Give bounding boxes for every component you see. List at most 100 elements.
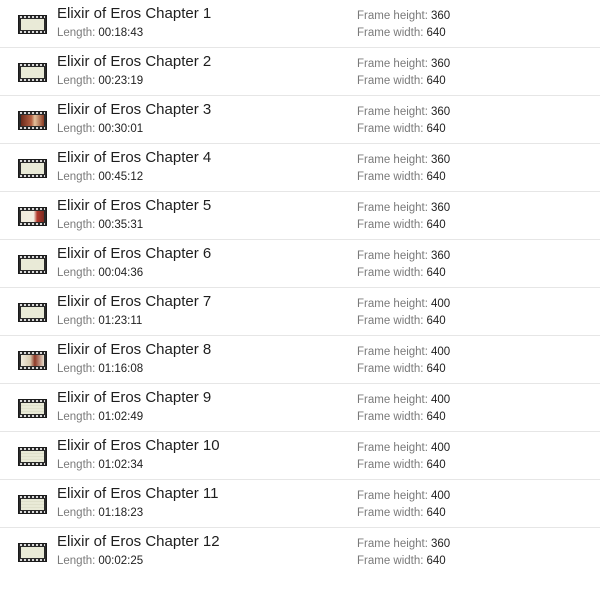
frame-width-value: 640 — [426, 555, 446, 567]
file-row-6[interactable]: Elixir of Eros Chapter 6 Length: 00:04:36… — [0, 240, 600, 288]
length-label: Length: — [57, 459, 96, 471]
frame-width-label: Frame width: — [357, 75, 424, 87]
length-field: Length: 01:16:08 — [57, 363, 143, 375]
frame-height-label: Frame height: — [357, 298, 428, 310]
frame-width-value: 640 — [426, 75, 446, 87]
file-row-5[interactable]: Elixir of Eros Chapter 5 Length: 00:35:31… — [0, 192, 600, 240]
frame-height-label: Frame height: — [357, 538, 428, 550]
length-value: 01:18:23 — [98, 507, 144, 519]
frame-height-value: 400 — [430, 490, 451, 502]
frame-width-label: Frame width: — [357, 411, 424, 423]
frame-height-field: Frame height: 400 — [357, 298, 450, 310]
length-field: Length: 00:02:25 — [57, 555, 143, 567]
file-row-9[interactable]: Elixir of Eros Chapter 9 Length: 01:02:49… — [0, 384, 600, 432]
file-name: Elixir of Eros Chapter 8 — [57, 341, 212, 358]
length-field: Length: 00:30:01 — [57, 123, 143, 135]
frame-height-field: Frame height: 360 — [357, 538, 450, 550]
frame-height-value: 400 — [430, 394, 451, 406]
frame-height-label: Frame height: — [357, 346, 428, 358]
length-value: 00:23:19 — [98, 75, 144, 87]
frame-height-field: Frame height: 360 — [357, 58, 450, 70]
length-field: Length: 01:18:23 — [57, 507, 143, 519]
file-name: Elixir of Eros Chapter 4 — [57, 149, 212, 166]
length-value: 01:02:34 — [98, 459, 144, 471]
frame-width-label: Frame width: — [357, 171, 424, 183]
frame-width-field: Frame width: 640 — [357, 459, 446, 471]
frame-height-field: Frame height: 360 — [357, 202, 450, 214]
length-label: Length: — [57, 171, 96, 183]
file-row-12[interactable]: Elixir of Eros Chapter 12 Length: 00:02:2… — [0, 528, 600, 575]
frame-width-value: 640 — [426, 363, 446, 375]
frame-height-label: Frame height: — [357, 58, 428, 70]
frame-width-field: Frame width: 640 — [357, 171, 446, 183]
frame-height-field: Frame height: 360 — [357, 154, 450, 166]
frame-width-value: 640 — [426, 507, 446, 519]
video-thumbnail-icon — [18, 159, 47, 178]
frame-height-value: 360 — [430, 10, 451, 22]
frame-width-field: Frame width: 640 — [357, 507, 446, 519]
length-label: Length: — [57, 27, 96, 39]
file-row-2[interactable]: Elixir of Eros Chapter 2 Length: 00:23:19… — [0, 48, 600, 96]
frame-width-field: Frame width: 640 — [357, 75, 446, 87]
length-field: Length: 01:02:49 — [57, 411, 143, 423]
length-field: Length: 01:23:11 — [57, 315, 142, 327]
frame-width-field: Frame width: 640 — [357, 267, 446, 279]
video-thumbnail-icon — [18, 447, 47, 466]
file-row-4[interactable]: Elixir of Eros Chapter 4 Length: 00:45:12… — [0, 144, 600, 192]
frame-width-field: Frame width: 640 — [357, 123, 446, 135]
frame-height-label: Frame height: — [357, 10, 428, 22]
frame-height-field: Frame height: 400 — [357, 490, 450, 502]
frame-height-value: 400 — [430, 346, 451, 358]
frame-width-label: Frame width: — [357, 315, 424, 327]
video-thumbnail-icon — [18, 399, 47, 418]
frame-height-label: Frame height: — [357, 394, 428, 406]
file-row-8[interactable]: Elixir of Eros Chapter 8 Length: 01:16:08… — [0, 336, 600, 384]
frame-width-value: 640 — [426, 315, 446, 327]
frame-width-label: Frame width: — [357, 555, 424, 567]
video-thumbnail-icon — [18, 543, 47, 562]
frame-width-field: Frame width: 640 — [357, 315, 446, 327]
length-value: 01:23:11 — [98, 315, 143, 327]
frame-height-label: Frame height: — [357, 106, 428, 118]
frame-width-value: 640 — [426, 27, 446, 39]
frame-height-value: 360 — [430, 58, 451, 70]
length-field: Length: 00:18:43 — [57, 27, 143, 39]
frame-width-label: Frame width: — [357, 219, 424, 231]
video-thumbnail-icon — [18, 111, 47, 130]
video-thumbnail-icon — [18, 495, 47, 514]
frame-width-label: Frame width: — [357, 507, 424, 519]
file-name: Elixir of Eros Chapter 10 — [57, 437, 220, 454]
frame-width-label: Frame width: — [357, 123, 424, 135]
length-field: Length: 00:04:36 — [57, 267, 143, 279]
length-value: 00:45:12 — [98, 171, 144, 183]
file-name: Elixir of Eros Chapter 11 — [57, 485, 219, 502]
file-row-3[interactable]: Elixir of Eros Chapter 3 Length: 00:30:01… — [0, 96, 600, 144]
frame-height-field: Frame height: 360 — [357, 10, 450, 22]
length-value: 00:04:36 — [98, 267, 144, 279]
length-label: Length: — [57, 123, 96, 135]
file-row-1[interactable]: Elixir of Eros Chapter 1 Length: 00:18:43… — [0, 0, 600, 48]
frame-height-field: Frame height: 400 — [357, 394, 450, 406]
file-row-11[interactable]: Elixir of Eros Chapter 11 Length: 01:18:2… — [0, 480, 600, 528]
frame-height-label: Frame height: — [357, 490, 428, 502]
file-row-7[interactable]: Elixir of Eros Chapter 7 Length: 01:23:11… — [0, 288, 600, 336]
frame-width-label: Frame width: — [357, 363, 424, 375]
file-name: Elixir of Eros Chapter 5 — [57, 197, 212, 214]
length-label: Length: — [57, 411, 96, 423]
video-thumbnail-icon — [18, 303, 47, 322]
file-row-10[interactable]: Elixir of Eros Chapter 10 Length: 01:02:3… — [0, 432, 600, 480]
length-value: 00:18:43 — [98, 27, 144, 39]
video-thumbnail-icon — [18, 207, 47, 226]
frame-height-value: 360 — [430, 154, 451, 166]
video-thumbnail-icon — [18, 63, 47, 82]
frame-width-value: 640 — [426, 171, 446, 183]
length-field: Length: 00:35:31 — [57, 219, 143, 231]
length-value: 00:30:01 — [98, 123, 144, 135]
file-name: Elixir of Eros Chapter 7 — [57, 293, 212, 310]
frame-height-label: Frame height: — [357, 202, 428, 214]
length-field: Length: 00:45:12 — [57, 171, 143, 183]
frame-width-field: Frame width: 640 — [357, 363, 446, 375]
frame-width-value: 640 — [426, 459, 446, 471]
frame-width-label: Frame width: — [357, 27, 424, 39]
frame-height-label: Frame height: — [357, 442, 428, 454]
